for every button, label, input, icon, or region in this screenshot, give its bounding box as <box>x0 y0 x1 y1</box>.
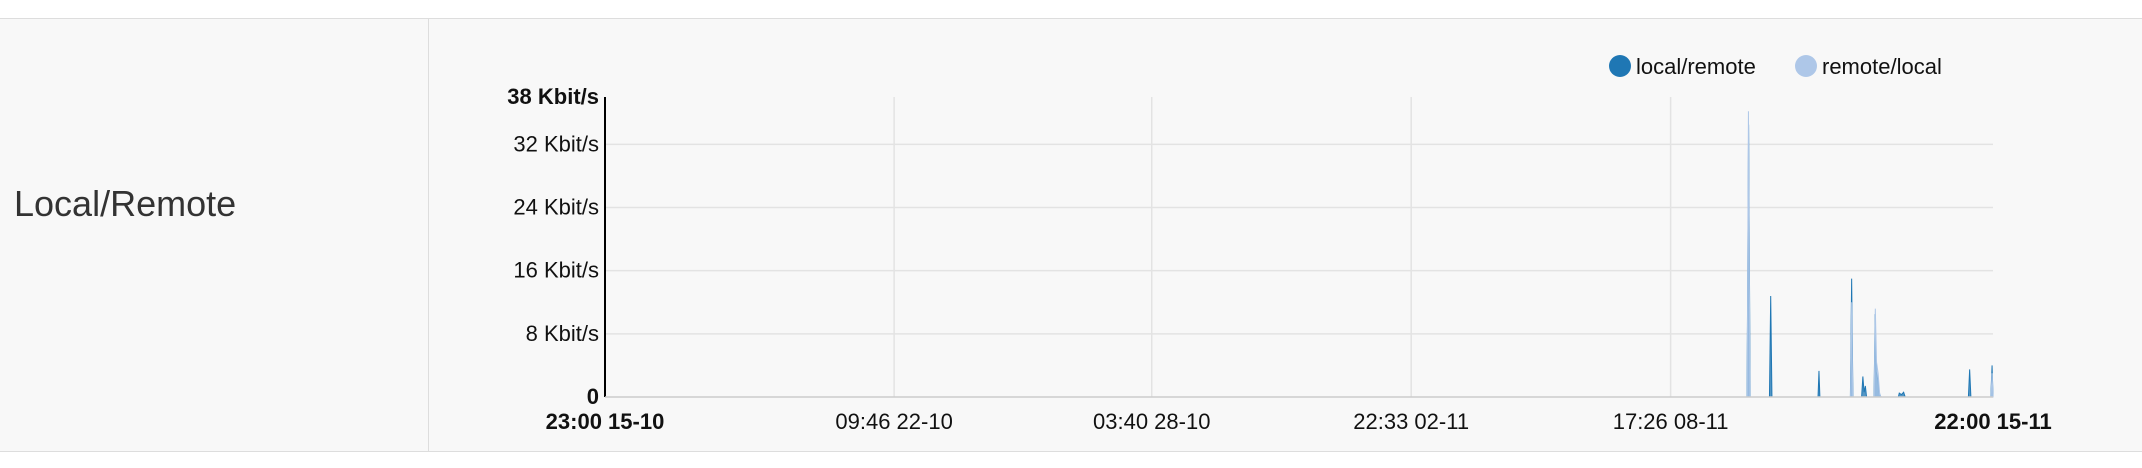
row-title: Local/Remote <box>14 183 237 224</box>
x-tick-label: 09:46 22-10 <box>835 409 952 434</box>
series-area <box>1746 124 1994 398</box>
x-tick-label: 17:26 08-11 <box>1613 409 1729 434</box>
x-tick-label: 22:33 02-11 <box>1353 409 1469 434</box>
chart-cell: 0 8 Kbit/s 16 Kbit/s 24 Kbit/s 32 Kbit/s 38 K… <box>430 19 2142 451</box>
row-label-cell: Local/Remote <box>0 19 429 451</box>
series-area <box>1746 111 1994 398</box>
x-tick-label: 03:40 28-10 <box>1093 409 1210 434</box>
traffic-chart: 0 8 Kbit/s 16 Kbit/s 24 Kbit/s 32 Kbit/s 38 K… <box>507 54 2051 434</box>
plot-area <box>1746 111 1994 398</box>
y-tick-label: 0 <box>587 384 599 409</box>
x-tick-label: 22:00 15-11 <box>1934 409 2051 434</box>
legend-label[interactable]: remote/local <box>1822 54 1942 79</box>
legend-label[interactable]: local/remote <box>1636 54 1756 79</box>
y-tick-label: 24 Kbit/s <box>513 195 599 220</box>
x-tick-label: 23:00 15-10 <box>546 409 665 434</box>
y-tick-label: 8 Kbit/s <box>526 321 599 346</box>
y-tick-label: 38 Kbit/s <box>507 84 599 109</box>
legend: local/remote remote/local <box>1609 54 1942 79</box>
graph-panel: Local/Remote 0 8 Kbit/s 16 Kbit/s 24 Kbit/s… <box>0 18 2142 452</box>
legend-swatch[interactable] <box>1795 55 1817 77</box>
y-tick-label: 32 Kbit/s <box>513 131 599 156</box>
grid <box>605 97 1993 397</box>
legend-swatch[interactable] <box>1609 55 1631 77</box>
y-tick-label: 16 Kbit/s <box>513 258 599 283</box>
axes: 0 8 Kbit/s 16 Kbit/s 24 Kbit/s 32 Kbit/s 38 K… <box>507 84 2051 434</box>
